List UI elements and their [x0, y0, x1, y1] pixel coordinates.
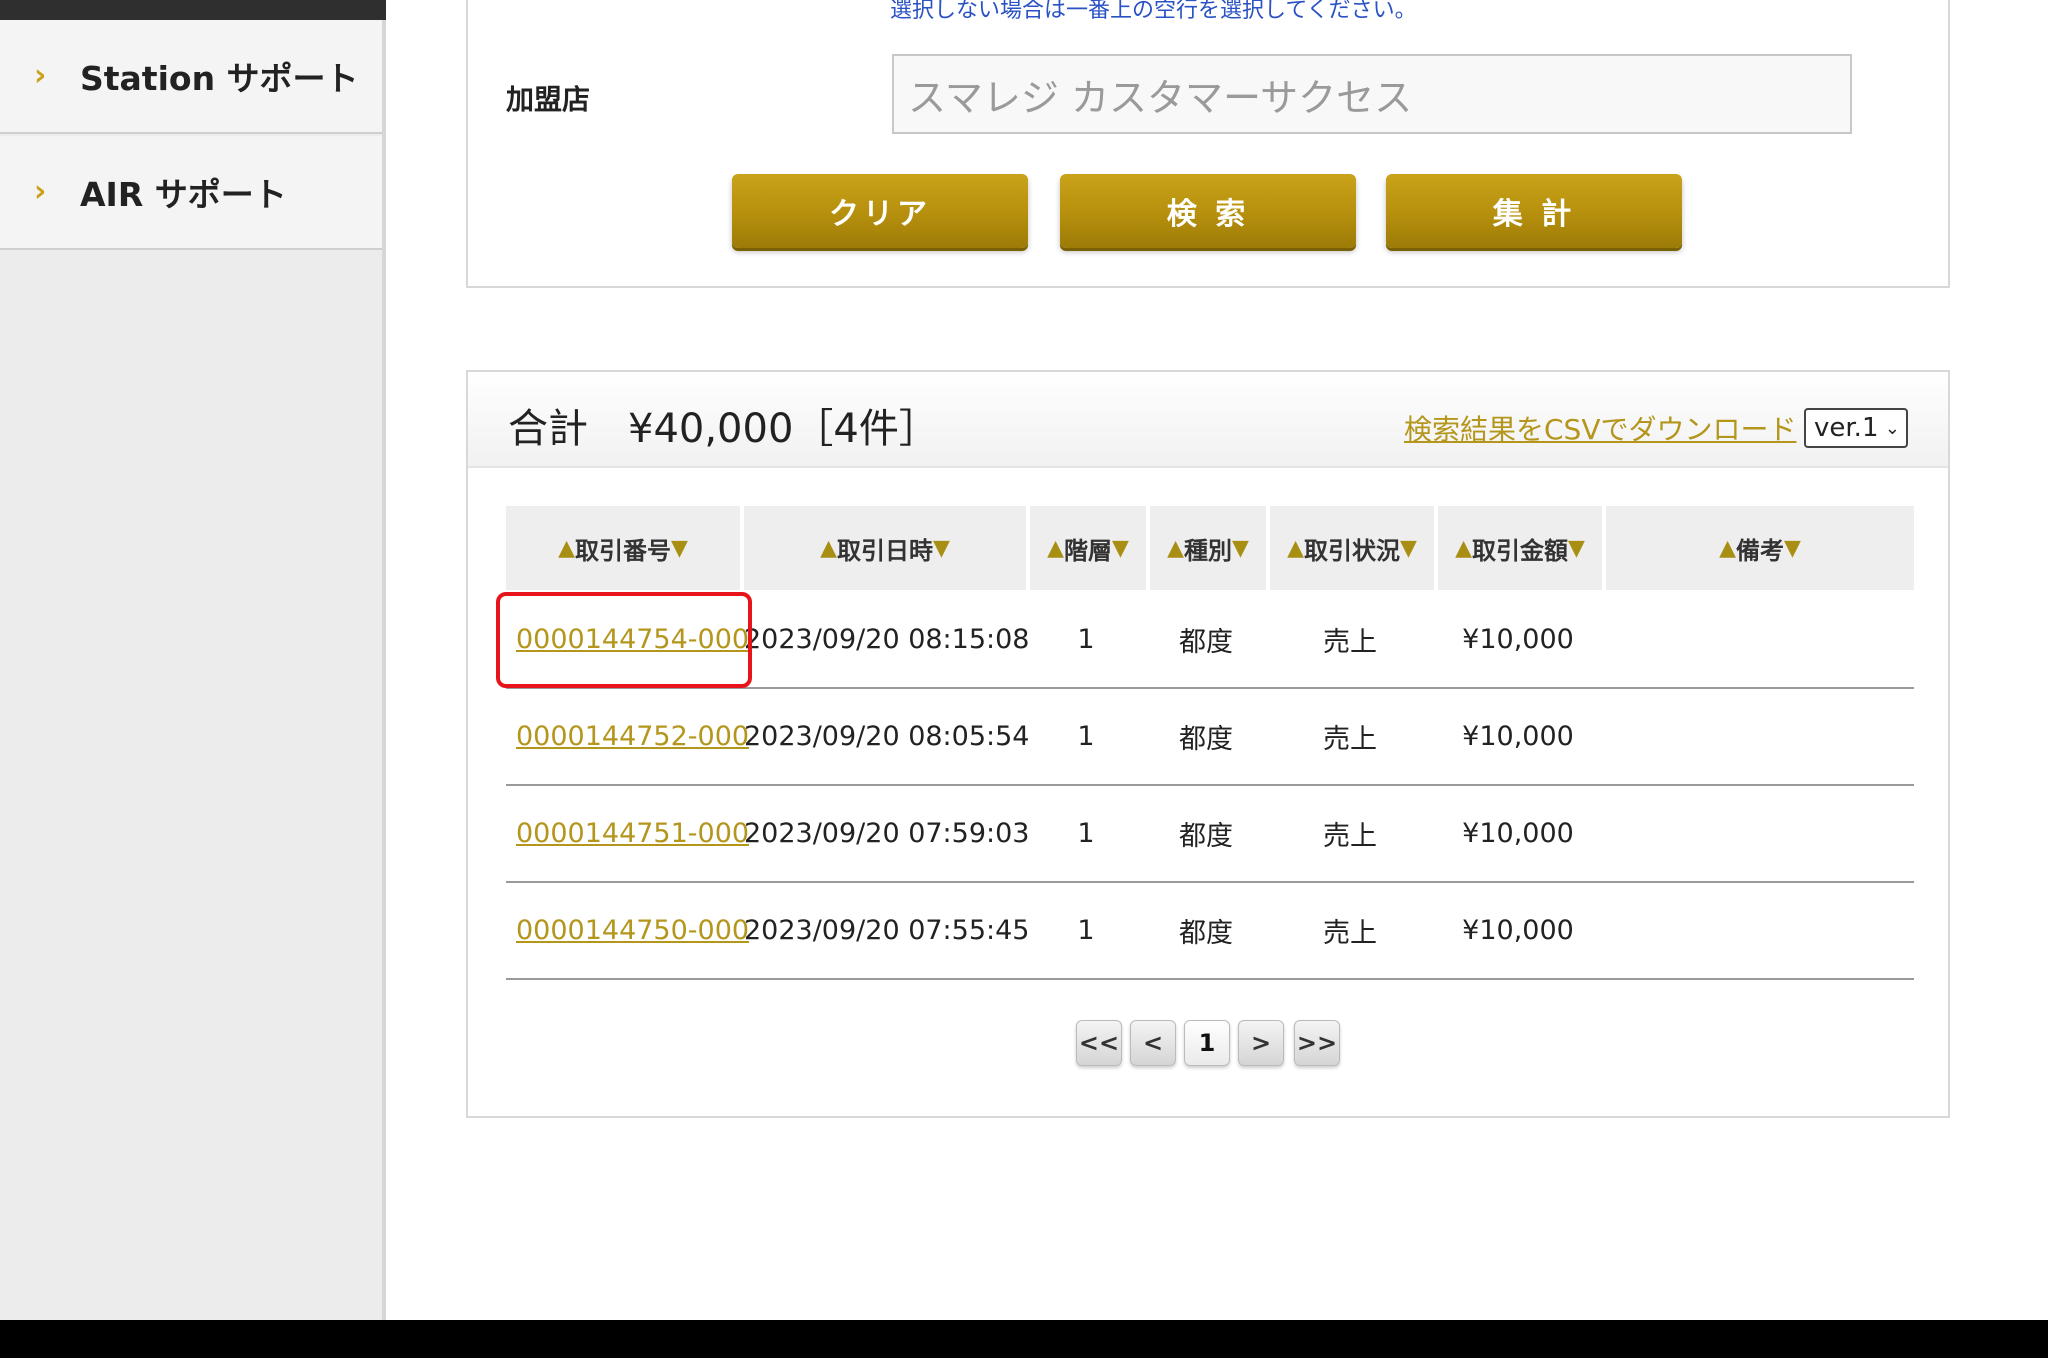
sort-asc-icon[interactable]: ▲: [1047, 536, 1064, 561]
sidebar: › Station サポート › AIR サポート: [0, 0, 386, 1320]
column-header-type[interactable]: ▲ 種別 ▼: [1150, 506, 1266, 590]
sidebar-item-label: AIR サポート: [80, 175, 287, 214]
store-input[interactable]: スマレジ カスタマーサクセス: [892, 54, 1852, 134]
sort-asc-icon[interactable]: ▲: [1455, 536, 1472, 561]
sort-desc-icon[interactable]: ▼: [1112, 536, 1129, 561]
transaction-id-link[interactable]: 0000144752-000: [506, 721, 749, 752]
csv-download-link[interactable]: 検索結果をCSVでダウンロード: [1404, 408, 1796, 448]
table-row: 0000144752-000 2023/09/20 08:05:54 1 都度 …: [506, 689, 1914, 786]
transaction-datetime: 2023/09/20 07:59:03: [744, 818, 1030, 849]
pagination-first-button[interactable]: <<: [1076, 1020, 1122, 1066]
pagination-prev-button[interactable]: <: [1130, 1020, 1176, 1066]
transaction-type: 都度: [1179, 724, 1233, 755]
transaction-level: 1: [1077, 624, 1095, 655]
sort-asc-icon[interactable]: ▲: [1719, 536, 1736, 561]
sidebar-item-air-support[interactable]: › AIR サポート: [0, 136, 382, 250]
transaction-datetime: 2023/09/20 08:05:54: [744, 721, 1030, 752]
sort-asc-icon[interactable]: ▲: [820, 536, 837, 561]
pagination-next-button[interactable]: >: [1238, 1020, 1284, 1066]
total-summary: 合計 ¥40,000［4件］: [508, 406, 939, 452]
sort-desc-icon[interactable]: ▼: [1568, 536, 1585, 561]
column-header-datetime[interactable]: ▲ 取引日時 ▼: [744, 506, 1026, 590]
transaction-id-link[interactable]: 0000144751-000: [506, 818, 749, 849]
sort-asc-icon[interactable]: ▲: [1167, 536, 1184, 561]
store-field-label: 加盟店: [506, 83, 591, 116]
highlight-box: [496, 592, 752, 688]
table-header: ▲ 取引番号 ▼ ▲ 取引日時 ▼ ▲ 階層 ▼ ▲ 種別 ▼ ▲ 取引状況 ▼ ▲ 取引金額 ▼ ▲ 備…: [506, 506, 1914, 590]
transaction-level: 1: [1077, 721, 1095, 752]
column-header-transaction-id[interactable]: ▲ 取引番号 ▼: [506, 506, 740, 590]
transaction-datetime: 2023/09/20 08:15:08: [744, 624, 1030, 655]
transaction-amount: ¥10,000: [1462, 915, 1574, 946]
results-header: 合計 ¥40,000［4件］ 検索結果をCSVでダウンロード ver.1 ⌄: [468, 372, 1948, 468]
transaction-amount: ¥10,000: [1462, 818, 1574, 849]
transaction-datetime: 2023/09/20 07:55:45: [744, 915, 1030, 946]
chevron-right-icon: ›: [34, 58, 47, 93]
column-header-note[interactable]: ▲ 備考 ▼: [1606, 506, 1914, 590]
transaction-status: 売上: [1323, 724, 1377, 755]
sort-asc-icon[interactable]: ▲: [558, 536, 575, 561]
sort-desc-icon[interactable]: ▼: [1400, 536, 1417, 561]
transaction-amount: ¥10,000: [1462, 624, 1574, 655]
column-header-status[interactable]: ▲ 取引状況 ▼: [1270, 506, 1434, 590]
transaction-amount: ¥10,000: [1462, 721, 1574, 752]
sidebar-item-station-support[interactable]: › Station サポート: [0, 20, 382, 134]
chevron-right-icon: ›: [34, 174, 47, 209]
sidebar-item-label: Station サポート: [80, 59, 359, 98]
sort-asc-icon[interactable]: ▲: [1287, 536, 1304, 561]
transaction-type: 都度: [1179, 627, 1233, 658]
version-select-value: ver.1: [1814, 413, 1879, 443]
version-select[interactable]: ver.1 ⌄: [1804, 408, 1908, 448]
bottom-bar: [0, 1320, 2048, 1358]
transaction-level: 1: [1077, 818, 1095, 849]
transaction-level: 1: [1077, 915, 1095, 946]
transaction-type: 都度: [1179, 821, 1233, 852]
transaction-id-link[interactable]: 0000144750-000: [506, 915, 749, 946]
search-button[interactable]: 検 索: [1060, 174, 1356, 248]
sort-desc-icon[interactable]: ▼: [671, 536, 688, 561]
sidebar-top-bar: [0, 0, 386, 20]
table-row: 0000144751-000 2023/09/20 07:59:03 1 都度 …: [506, 786, 1914, 883]
hint-text: 選択しない場合は一番上の空行を選択してください。: [890, 0, 1417, 23]
aggregate-button[interactable]: 集 計: [1386, 174, 1682, 248]
transaction-type: 都度: [1179, 918, 1233, 949]
table-row: 0000144750-000 2023/09/20 07:55:45 1 都度 …: [506, 883, 1914, 980]
sort-desc-icon[interactable]: ▼: [1232, 536, 1249, 561]
pagination-current-page[interactable]: 1: [1184, 1020, 1230, 1066]
clear-button[interactable]: クリア: [732, 174, 1028, 248]
transaction-status: 売上: [1323, 918, 1377, 949]
sort-desc-icon[interactable]: ▼: [1784, 536, 1801, 561]
sort-desc-icon[interactable]: ▼: [933, 536, 950, 561]
column-header-level[interactable]: ▲ 階層 ▼: [1030, 506, 1146, 590]
transaction-status: 売上: [1323, 821, 1377, 852]
column-header-amount[interactable]: ▲ 取引金額 ▼: [1438, 506, 1602, 590]
transaction-status: 売上: [1323, 627, 1377, 658]
chevron-down-icon: ⌄: [1884, 417, 1900, 439]
pagination-last-button[interactable]: >>: [1294, 1020, 1340, 1066]
